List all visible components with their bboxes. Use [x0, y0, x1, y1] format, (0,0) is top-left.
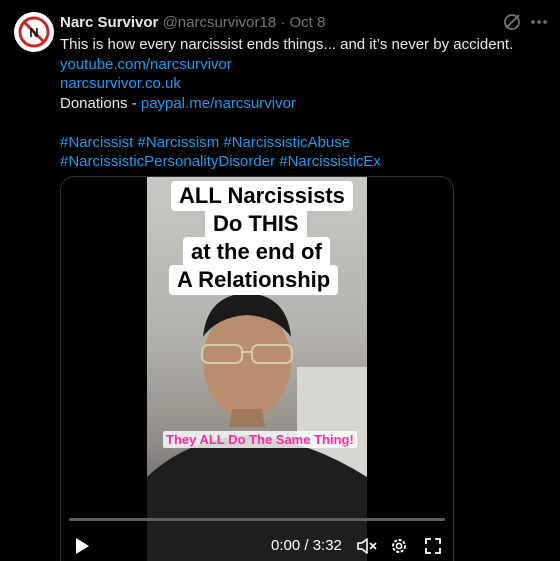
author-name[interactable]: Narc Survivor: [60, 14, 158, 31]
avatar[interactable]: N: [14, 12, 54, 52]
donations-label: Donations -: [60, 94, 141, 112]
video-frame[interactable]: ALL Narcissists Do THIS at the end of A …: [147, 177, 367, 561]
tweet-text: This is how every narcissist ends things…: [60, 36, 514, 53]
video-subtitle: They ALL Do The Same Thing!: [163, 431, 357, 448]
progress-bar[interactable]: [69, 518, 445, 521]
more-icon[interactable]: [528, 12, 550, 32]
website-link[interactable]: narcsurvivor.co.uk: [60, 75, 181, 92]
play-icon[interactable]: [71, 533, 93, 559]
caption-line-4: A Relationship: [169, 265, 339, 295]
svg-text:N: N: [29, 25, 38, 40]
caption-line-2: Do THIS: [205, 209, 307, 239]
separator: ·: [280, 14, 286, 31]
fullscreen-icon[interactable]: [421, 533, 445, 559]
caption-line-3: at the end of: [183, 237, 330, 267]
tweet-date[interactable]: Oct 8: [290, 14, 326, 31]
paypal-link[interactable]: paypal.me/narcsurvivor: [141, 95, 296, 112]
settings-icon[interactable]: [387, 533, 411, 559]
tweet-header: Narc Survivor @narcsurvivor18 · Oct 8: [60, 14, 325, 32]
mute-icon[interactable]: [355, 533, 379, 559]
video-controls: 0:00 / 3:32: [61, 533, 453, 559]
hashtags-line-1[interactable]: #Narcissist #Narcissism #NarcissisticAbu…: [60, 134, 350, 151]
video-player[interactable]: ALL Narcissists Do THIS at the end of A …: [60, 176, 454, 561]
time-display: 0:00 / 3:32: [271, 537, 342, 554]
grok-icon[interactable]: [502, 12, 522, 32]
hashtags-line-2[interactable]: #NarcissisticPersonalityDisorder #Narcis…: [60, 153, 381, 170]
author-handle[interactable]: @narcsurvivor18: [163, 14, 277, 31]
tweet-body: This is how every narcissist ends things…: [60, 35, 550, 172]
caption-line-1: ALL Narcissists: [171, 181, 353, 211]
youtube-link[interactable]: youtube.com/narcsurvivor: [60, 56, 232, 73]
narc-survivor-logo: N: [15, 13, 53, 51]
